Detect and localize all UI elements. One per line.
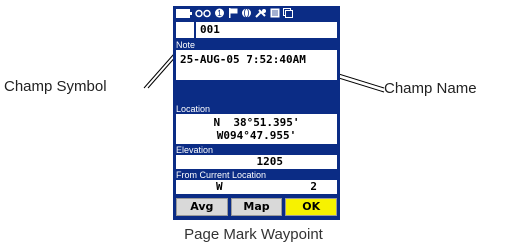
status-bar: 1 [173, 6, 340, 20]
gps-screen: 1 001 Note 25-AUG-05 7:52:40AM Location … [173, 6, 340, 220]
callout-symbol-label: Champ Symbol [4, 78, 107, 95]
map-button[interactable]: Map [230, 198, 283, 216]
avg-button[interactable]: Avg [176, 198, 228, 216]
waypoint-page: 001 Note 25-AUG-05 7:52:40AM Location N … [173, 20, 340, 220]
battery-icon [176, 8, 192, 18]
button-row: Avg Map OK [176, 198, 338, 216]
distance-value: 2 [310, 180, 317, 193]
waypoint-name-field[interactable]: 001 [196, 22, 337, 38]
location-field[interactable]: N 38°51.395' W094°47.955' [176, 114, 337, 144]
elevation-label: Elevation [176, 145, 337, 155]
longitude-value: W094°47.955' [216, 129, 297, 142]
page-icon [270, 8, 280, 18]
from-current-location-field: W 2 [176, 180, 337, 194]
flag-icon [228, 8, 238, 18]
menu-icon [283, 8, 293, 18]
elevation-field[interactable]: 1205 [176, 155, 337, 169]
from-current-location-label: From Current Location [176, 170, 337, 180]
waypoint-symbol-field[interactable] [176, 22, 194, 38]
note-label: Note [176, 40, 337, 50]
note-field[interactable]: 25-AUG-05 7:52:40AM [176, 50, 337, 70]
location-label: Location [176, 104, 337, 114]
figure-caption: Page Mark Waypoint [184, 226, 323, 243]
svg-text:1: 1 [217, 9, 222, 18]
ok-button[interactable]: OK [285, 198, 338, 216]
gps-icon: 1 [214, 8, 225, 18]
callout-name-label: Champ Name [384, 80, 477, 97]
globe-icon [241, 8, 252, 18]
latitude-value: N 38°51.395' [213, 116, 300, 129]
signal-icon [195, 8, 211, 18]
satellite-icon [255, 8, 267, 18]
note-field-extra-line [176, 70, 337, 80]
bearing-direction: W [216, 180, 223, 193]
